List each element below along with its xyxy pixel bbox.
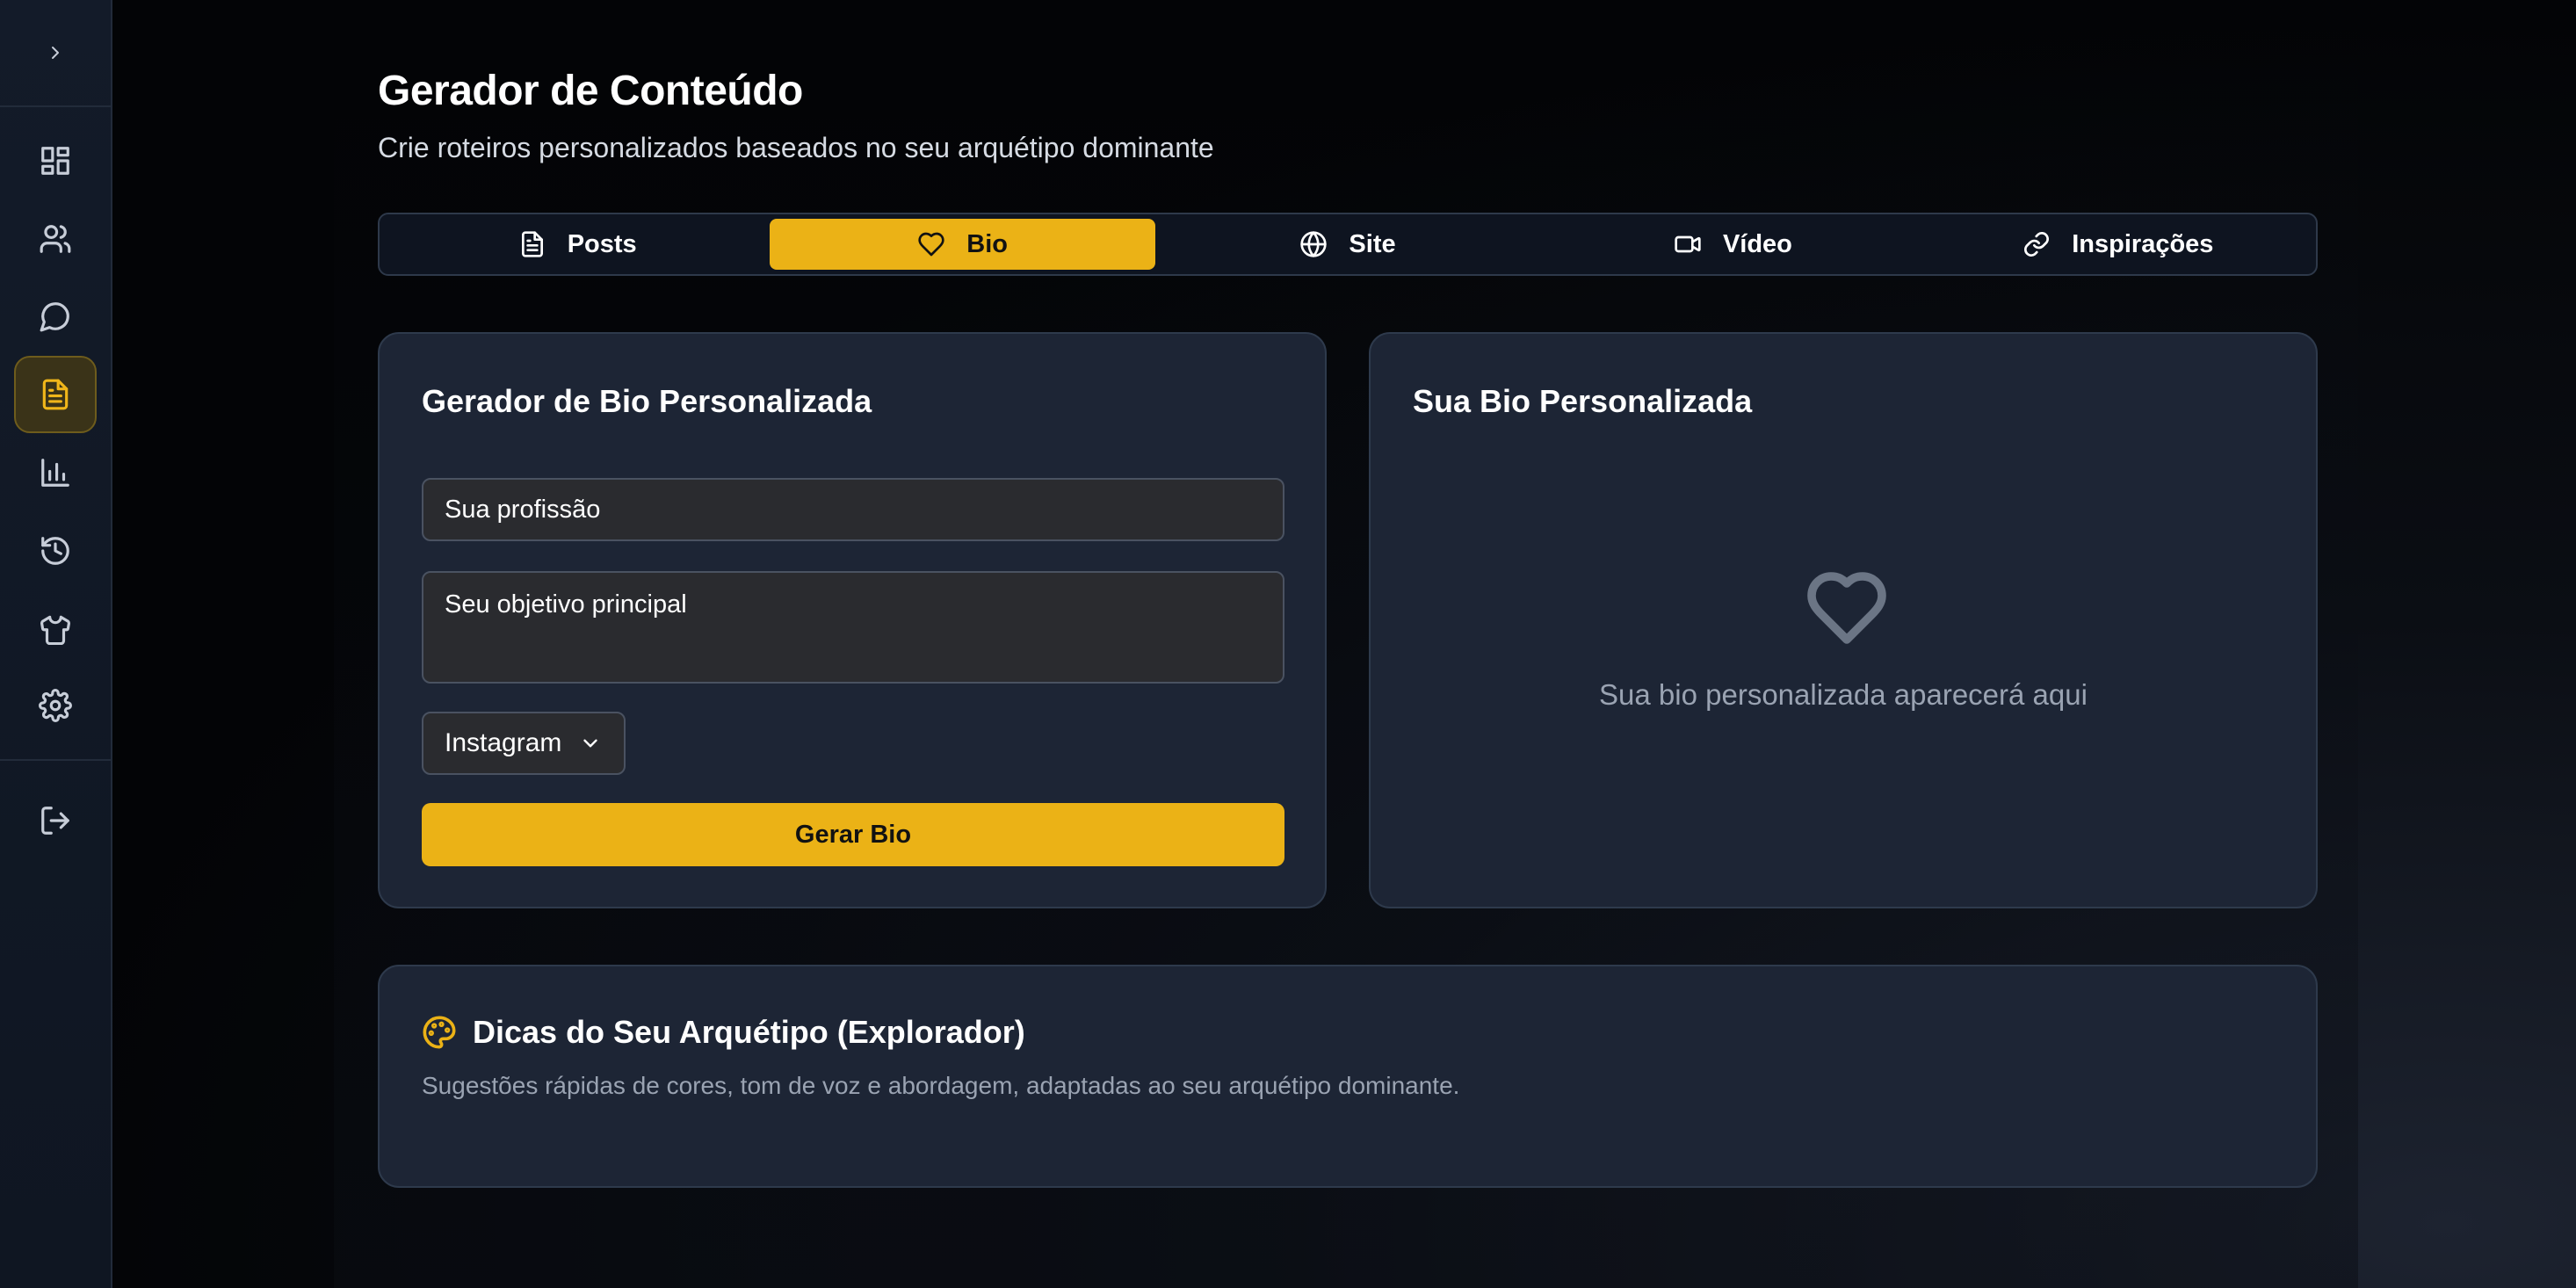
sidebar-item-settings[interactable] xyxy=(14,667,97,744)
tab-posts[interactable]: Posts xyxy=(385,219,770,270)
page-subtitle: Crie roteiros personalizados baseados no… xyxy=(378,132,1214,163)
chevron-right-icon xyxy=(52,47,59,59)
globe-icon xyxy=(1300,231,1328,257)
empty-state-text: Sua bio personalizada aparecerá aqui xyxy=(1599,678,2088,711)
tab-label: Inspirações xyxy=(2072,229,2214,258)
sidebar-item-chat[interactable] xyxy=(14,278,97,355)
bio-generator-card: Gerador de Bio Personalizada Sua profiss… xyxy=(378,332,1327,908)
heart-icon xyxy=(918,232,944,257)
tab-label: Bio xyxy=(966,229,1008,258)
tab-video[interactable]: Vídeo xyxy=(1540,219,1925,270)
chat-icon xyxy=(40,302,69,332)
tab-label: Posts xyxy=(567,229,637,258)
sidebar-item-wardrobe[interactable] xyxy=(14,590,97,667)
history-icon xyxy=(41,537,69,565)
sidebar-item-analytics[interactable] xyxy=(14,434,97,511)
sidebar-item-users[interactable] xyxy=(14,200,97,278)
app-root: Gerador de Conteúdo Crie roteiros person… xyxy=(0,0,2576,1288)
tab-bio[interactable]: Bio xyxy=(770,219,1155,270)
sidebar-item-content[interactable] xyxy=(14,356,97,433)
card-title: Sua Bio Personalizada xyxy=(1413,383,1753,419)
platform-select-value: Instagram xyxy=(445,728,562,757)
sidebar-item-dashboard[interactable] xyxy=(14,122,97,199)
dashboard-icon xyxy=(41,147,69,175)
archetype-tips-card: Dicas do Seu Arquétipo (Explorador) Suge… xyxy=(378,965,2318,1188)
tips-description: Sugestões rápidas de cores, tom de voz e… xyxy=(422,1072,1460,1099)
video-icon xyxy=(1675,235,1701,253)
tab-site[interactable]: Site xyxy=(1155,219,1540,270)
goal-textarea[interactable]: Seu objetivo principal xyxy=(422,571,1284,684)
tips-title-text: Dicas do Seu Arquétipo (Explorador) xyxy=(473,1014,1025,1050)
sidebar-toggle-button[interactable] xyxy=(0,0,111,107)
sidebar-item-logout[interactable] xyxy=(14,782,97,859)
profession-input[interactable]: Sua profissão xyxy=(422,478,1284,541)
shirt-icon xyxy=(40,615,70,645)
link-icon xyxy=(2024,232,2050,257)
content-type-tabs: Posts Bio Site Vídeo Inspirações xyxy=(378,213,2318,276)
generate-bio-button[interactable]: Gerar Bio xyxy=(422,803,1284,866)
tab-label: Site xyxy=(1349,229,1396,258)
gear-icon xyxy=(39,689,72,722)
bio-result-card: Sua Bio Personalizada Sua bio personaliz… xyxy=(1369,332,2318,908)
heart-icon xyxy=(1805,566,1889,650)
tab-label: Vídeo xyxy=(1722,229,1792,258)
platform-select[interactable]: Instagram xyxy=(422,712,626,775)
tips-title: Dicas do Seu Arquétipo (Explorador) xyxy=(422,1014,1025,1051)
sidebar xyxy=(0,0,112,1288)
sidebar-item-history[interactable] xyxy=(14,512,97,590)
palette-icon xyxy=(423,1016,456,1049)
tab-inspirations[interactable]: Inspirações xyxy=(1926,219,2311,270)
card-title: Gerador de Bio Personalizada xyxy=(422,383,872,419)
chart-icon xyxy=(41,459,69,487)
users-icon xyxy=(40,225,71,253)
sidebar-divider xyxy=(0,759,111,761)
chevron-down-icon xyxy=(583,739,598,748)
document-icon xyxy=(42,379,69,410)
document-icon xyxy=(521,231,543,257)
page-title: Gerador de Conteúdo xyxy=(378,68,803,114)
logout-icon xyxy=(41,807,69,835)
